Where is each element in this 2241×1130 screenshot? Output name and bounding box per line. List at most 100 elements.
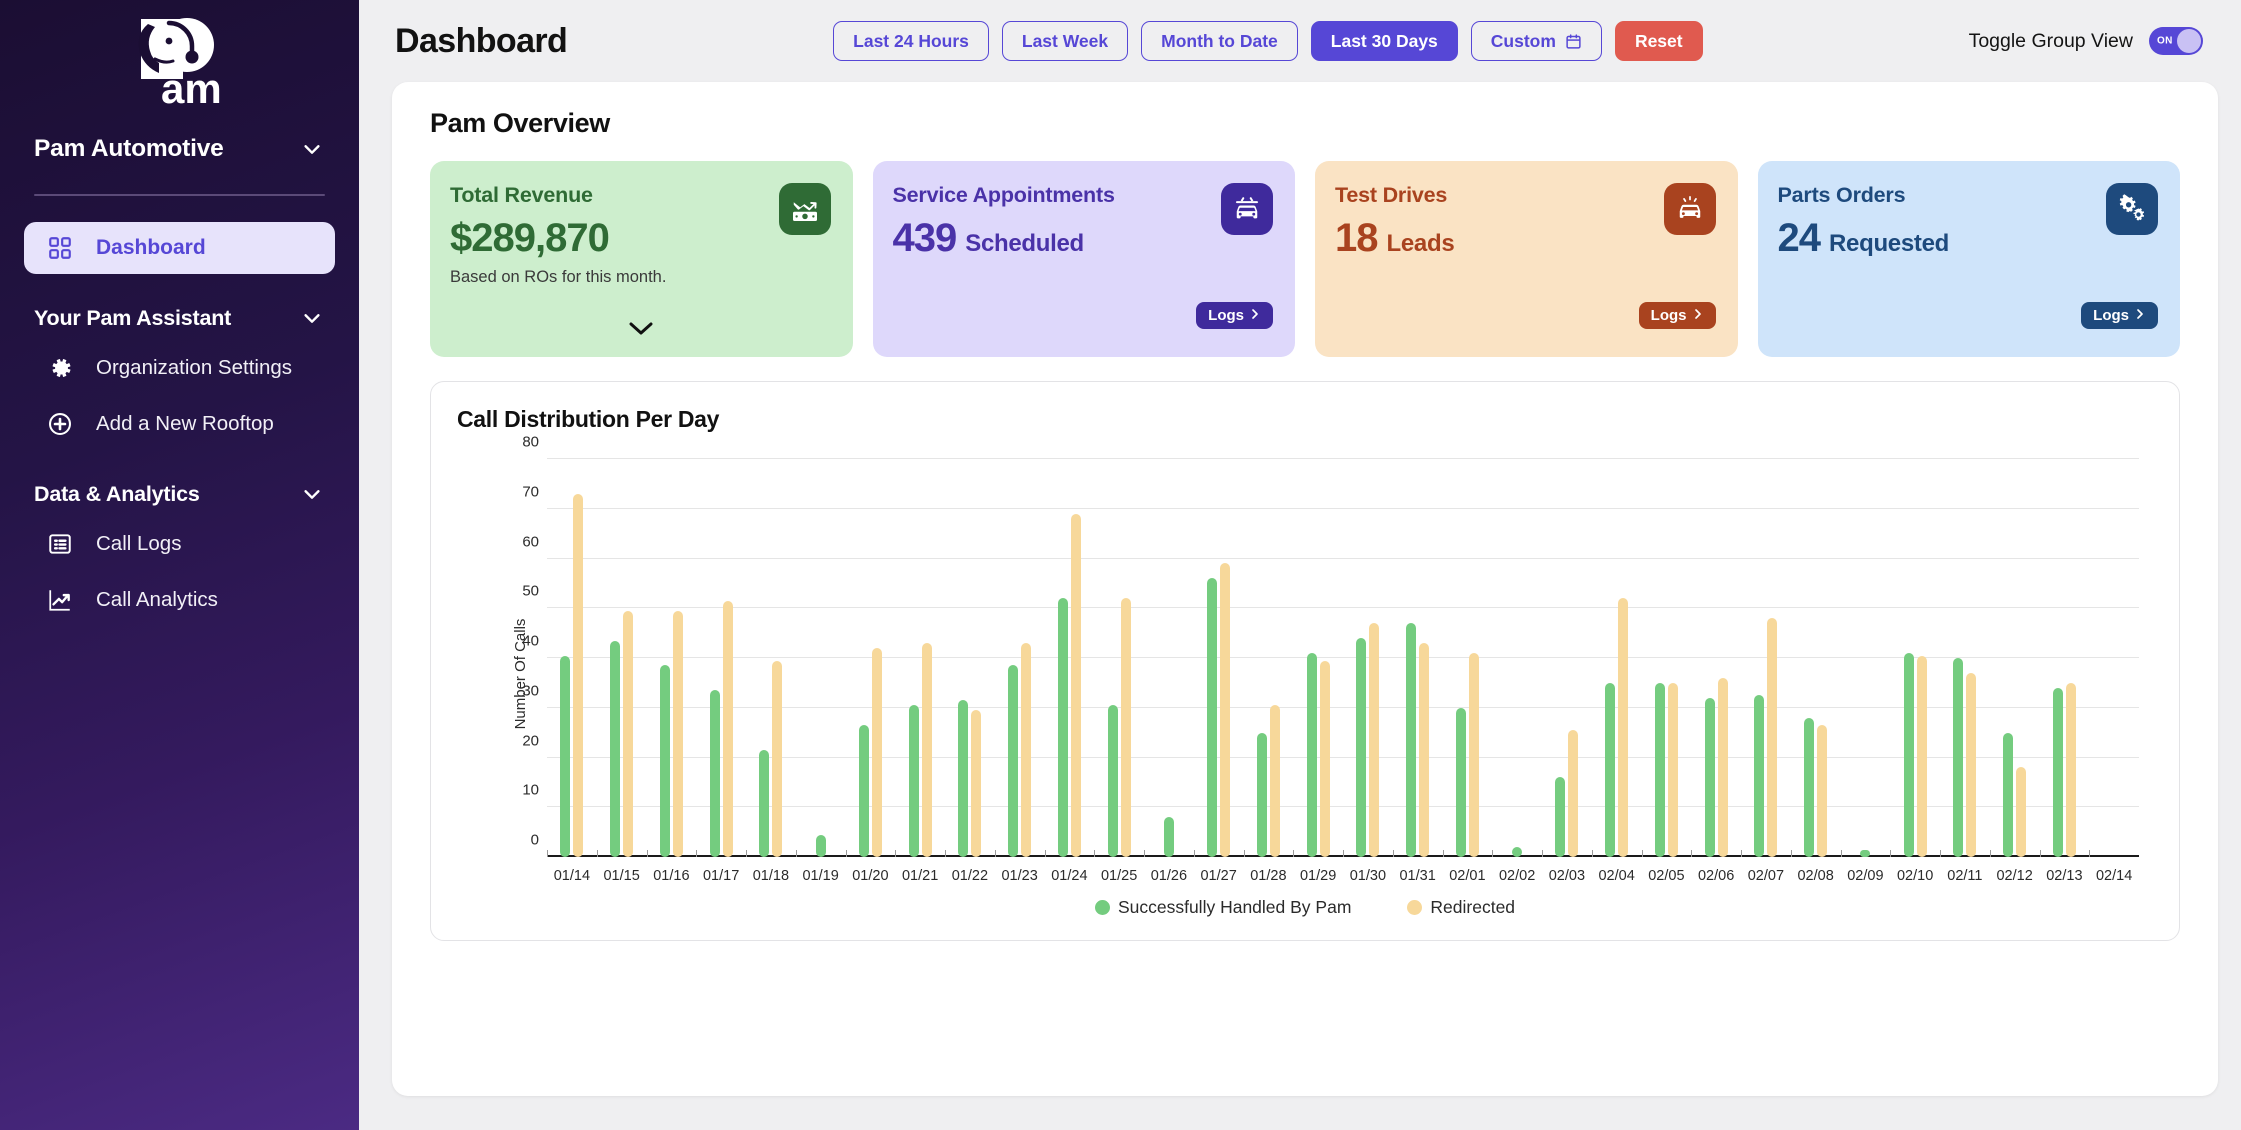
bar[interactable] [1455, 707, 1466, 857]
reset-button[interactable]: Reset [1614, 21, 1703, 61]
bar-group[interactable] [1940, 459, 1990, 857]
bar[interactable] [1468, 653, 1479, 857]
bar-group[interactable] [1244, 459, 1294, 857]
bar-group[interactable] [547, 459, 597, 857]
bar-group[interactable] [1492, 459, 1542, 857]
bar[interactable] [573, 493, 584, 857]
bar[interactable] [858, 725, 869, 857]
bar[interactable] [1555, 777, 1566, 857]
bar[interactable] [1953, 658, 1964, 857]
bar[interactable] [958, 700, 969, 857]
chevron-down-icon[interactable] [299, 481, 325, 507]
bar[interactable] [2016, 767, 2027, 857]
bar[interactable] [1916, 655, 1927, 857]
bar[interactable] [1704, 697, 1715, 857]
bar-group[interactable] [1592, 459, 1642, 857]
sidebar-item-organization-settings[interactable]: Organization Settings [24, 342, 335, 394]
bar[interactable] [1319, 660, 1330, 857]
bar-group[interactable] [746, 459, 796, 857]
bar[interactable] [1269, 705, 1280, 857]
bar-group[interactable] [2040, 459, 2090, 857]
bar-group[interactable] [1890, 459, 1940, 857]
logs-button[interactable]: Logs [1638, 302, 1716, 329]
bar[interactable] [908, 705, 919, 857]
bar[interactable] [1021, 643, 1032, 857]
range-button-custom[interactable]: Custom [1470, 21, 1602, 61]
bar-group[interactable] [945, 459, 995, 857]
sidebar-item-call-analytics[interactable]: Call Analytics [24, 574, 335, 626]
range-button-last-week[interactable]: Last Week [1001, 21, 1129, 61]
bar[interactable] [2052, 687, 2063, 857]
bar[interactable] [1070, 513, 1081, 857]
bar[interactable] [672, 610, 683, 857]
bar[interactable] [1817, 725, 1828, 857]
bar[interactable] [1120, 598, 1131, 857]
bar[interactable] [610, 640, 621, 857]
sidebar-item-call-logs[interactable]: Call Logs [24, 518, 335, 570]
bar[interactable] [1256, 732, 1267, 857]
sidebar-section-your-pam-assistant[interactable]: Your Pam Assistant [24, 294, 335, 342]
logs-button[interactable]: Logs [2081, 302, 2158, 329]
bar-group[interactable] [647, 459, 697, 857]
bar[interactable] [1654, 682, 1665, 857]
bar[interactable] [871, 648, 882, 857]
bar-group[interactable] [1691, 459, 1741, 857]
sidebar-section-data-and-analytics[interactable]: Data & Analytics [24, 470, 335, 518]
bar[interactable] [1207, 578, 1218, 857]
bar-group[interactable] [1144, 459, 1194, 857]
bar[interactable] [1754, 695, 1765, 857]
bar[interactable] [623, 610, 634, 857]
bar[interactable] [1306, 653, 1317, 857]
bar[interactable] [2003, 732, 2014, 857]
bar[interactable] [772, 660, 783, 857]
bar[interactable] [1568, 730, 1579, 857]
bar[interactable] [1903, 653, 1914, 857]
metric-card-test-drives[interactable]: Test Drives 18 Leads Logs [1315, 161, 1738, 357]
bar-group[interactable] [995, 459, 1045, 857]
range-button-last-30-days[interactable]: Last 30 Days [1310, 21, 1458, 61]
legend-item-successfully-handled-by-pam[interactable]: Successfully Handled By Pam [1094, 897, 1351, 918]
bar[interactable] [1057, 598, 1068, 857]
bar-group[interactable] [846, 459, 896, 857]
bar-group[interactable] [1990, 459, 2040, 857]
bar-group[interactable] [1741, 459, 1791, 857]
range-button-last-24-hours[interactable]: Last 24 Hours [833, 21, 989, 61]
bar-group[interactable] [1393, 459, 1443, 857]
bar[interactable] [722, 600, 733, 857]
bar-group[interactable] [597, 459, 647, 857]
toggle-group-view-switch[interactable]: ON [2148, 27, 2203, 55]
bar[interactable] [759, 750, 770, 857]
metric-card-parts-orders[interactable]: Parts Orders 24 Requested Logs [1757, 161, 2180, 357]
bar-group[interactable] [796, 459, 846, 857]
bar[interactable] [1966, 672, 1977, 857]
bar-group[interactable] [1542, 459, 1592, 857]
bar-group[interactable] [696, 459, 746, 857]
bar-group[interactable] [1642, 459, 1692, 857]
metric-card-service-appointments[interactable]: Service Appointments 439 Scheduled Logs [872, 161, 1295, 357]
bar[interactable] [1419, 643, 1430, 857]
bar[interactable] [971, 710, 982, 857]
bar[interactable] [921, 643, 932, 857]
organization-selector[interactable]: Pam Automotive [24, 126, 335, 172]
bar-group[interactable] [1343, 459, 1393, 857]
bar[interactable] [1369, 623, 1380, 857]
legend-item-redirected[interactable]: Redirected [1407, 897, 1515, 918]
bar-group[interactable] [1293, 459, 1343, 857]
bar[interactable] [560, 655, 571, 857]
bar[interactable] [1717, 677, 1728, 857]
bar[interactable] [659, 665, 670, 857]
bar[interactable] [1406, 623, 1417, 857]
bar[interactable] [1804, 717, 1815, 857]
chevron-down-icon[interactable] [299, 136, 325, 162]
chevron-down-icon[interactable] [299, 305, 325, 331]
bar[interactable] [2065, 682, 2076, 857]
bar[interactable] [1618, 598, 1629, 857]
expand-chevron-icon[interactable] [626, 319, 656, 337]
logs-button[interactable]: Logs [1196, 302, 1273, 329]
bar-group[interactable] [1094, 459, 1144, 857]
bar-group[interactable] [1045, 459, 1095, 857]
bar-group[interactable] [2089, 459, 2139, 857]
bar-group[interactable] [1194, 459, 1244, 857]
bar-group[interactable] [1841, 459, 1891, 857]
range-button-month-to-date[interactable]: Month to Date [1141, 21, 1298, 61]
